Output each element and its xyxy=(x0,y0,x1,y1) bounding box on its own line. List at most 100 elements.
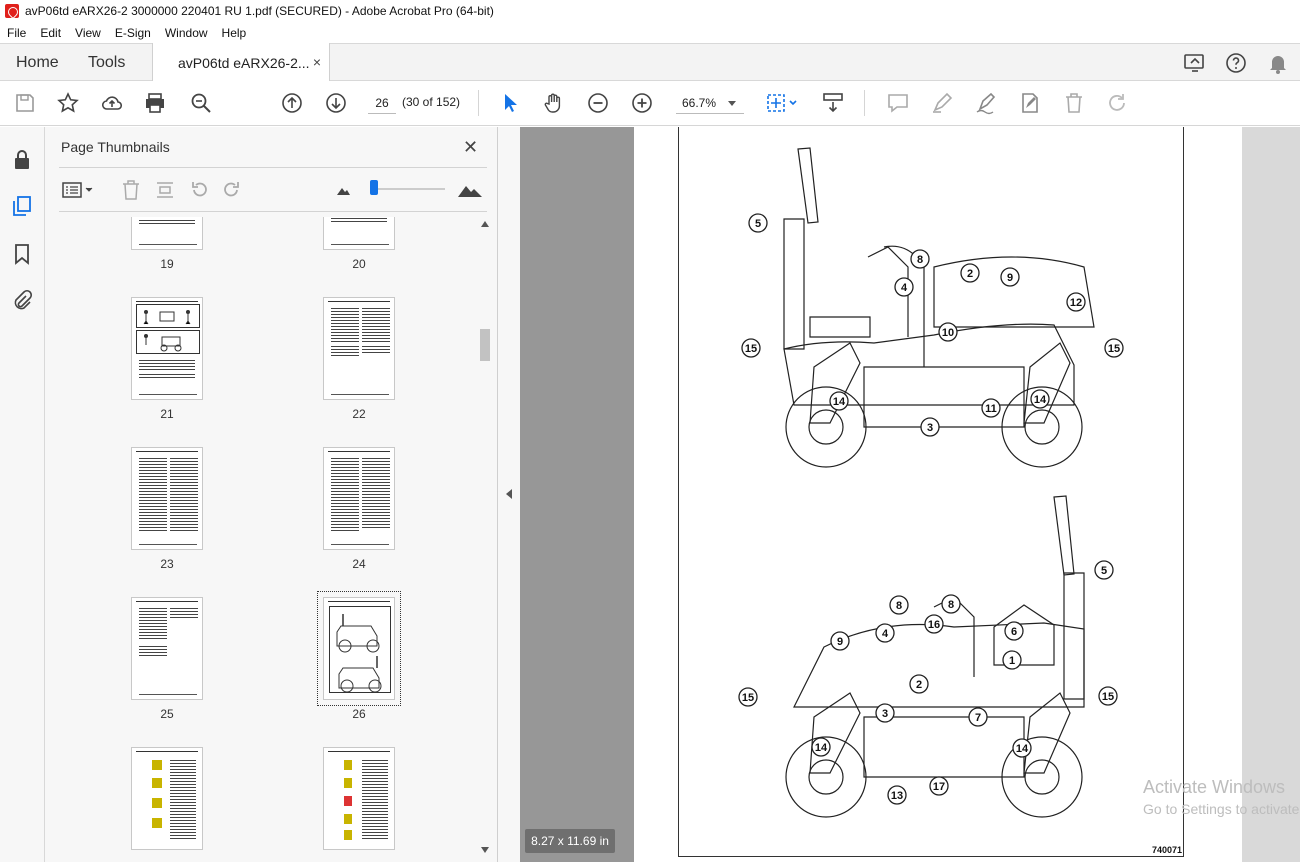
thumbnail-label: 23 xyxy=(160,557,174,571)
figure-code: 740071 xyxy=(1152,845,1183,855)
delete-pages-icon[interactable] xyxy=(120,179,142,201)
thumbnail-page-19[interactable] xyxy=(131,217,203,250)
redo-icon[interactable] xyxy=(1106,91,1130,115)
scrollbar-thumb[interactable] xyxy=(480,329,490,361)
thumb-text xyxy=(139,220,195,224)
help-icon[interactable] xyxy=(1224,51,1248,75)
tab-document[interactable]: avP06td eARX26-2... × xyxy=(152,43,330,82)
bottom-callout-label: 6 xyxy=(1011,626,1017,638)
star-icon[interactable] xyxy=(56,91,80,115)
bookmark-icon[interactable] xyxy=(11,243,33,265)
previous-page-icon[interactable] xyxy=(280,91,304,115)
rops-post-top xyxy=(783,218,805,350)
thumb-text xyxy=(362,346,390,354)
page-count: (30 of 152) xyxy=(402,95,461,109)
share-screen-icon[interactable] xyxy=(1183,51,1207,75)
front-arm-top xyxy=(809,342,861,424)
menu-esign[interactable]: E-Sign xyxy=(108,26,158,40)
rotate-right-icon[interactable] xyxy=(221,179,243,201)
rotate-left-icon[interactable] xyxy=(188,179,210,201)
thumb-sign xyxy=(344,778,352,788)
thumbnail-page-28[interactable] xyxy=(323,747,395,850)
page-thumbnails-icon[interactable] xyxy=(11,195,33,217)
menu-edit[interactable]: Edit xyxy=(33,26,68,40)
thumbnail-page-27[interactable] xyxy=(131,747,203,850)
thumbnail-label: 22 xyxy=(352,407,366,421)
close-panel-icon[interactable]: ✕ xyxy=(463,137,478,158)
thumb-header xyxy=(328,301,390,302)
thumbnail-small-icon[interactable] xyxy=(335,179,351,201)
slider-handle[interactable] xyxy=(370,180,378,195)
zoom-level-dropdown[interactable]: 66.7% xyxy=(676,92,744,114)
seat-top xyxy=(809,316,871,338)
scroll-mode-icon[interactable] xyxy=(821,91,845,115)
thumbnail-page-24[interactable] xyxy=(323,447,395,550)
hand-tool-icon[interactable] xyxy=(542,91,566,115)
select-cursor-icon[interactable] xyxy=(498,91,522,115)
scroll-up-arrow[interactable] xyxy=(481,221,489,227)
save-icon[interactable] xyxy=(13,91,37,115)
bottom-callout-label: 14 xyxy=(815,742,828,754)
thumbnail-page-20[interactable] xyxy=(323,217,395,250)
front-drum-top xyxy=(785,386,867,468)
main-toolbar: 26 (30 of 152) 66.7% xyxy=(0,81,1300,126)
collapse-panel-icon[interactable] xyxy=(506,489,512,499)
bell-icon[interactable] xyxy=(1266,51,1290,75)
extract-pages-icon[interactable] xyxy=(154,179,176,201)
comment-icon[interactable] xyxy=(886,91,910,115)
thumb-text xyxy=(139,458,167,532)
tab-home[interactable]: Home xyxy=(16,44,59,81)
thumbnail-page-23[interactable] xyxy=(131,447,203,550)
thumb-illustration xyxy=(136,304,200,354)
thumbnail-options-icon[interactable] xyxy=(61,179,97,201)
close-tab-icon[interactable]: × xyxy=(313,54,321,70)
fit-page-icon[interactable] xyxy=(764,91,800,115)
bottom-callout-label: 15 xyxy=(1102,691,1114,703)
page-number-input[interactable]: 26 xyxy=(368,92,396,114)
scroll-down-arrow[interactable] xyxy=(481,847,489,853)
top-callout-label: 4 xyxy=(901,282,908,294)
panel-collapse-strip[interactable] xyxy=(498,127,520,862)
delete-icon[interactable] xyxy=(1062,91,1086,115)
thumb-sign xyxy=(152,760,162,770)
thumbnail-size-slider[interactable] xyxy=(373,188,445,190)
sign-pen-icon[interactable] xyxy=(974,91,998,115)
thumb-text xyxy=(331,308,359,342)
zoom-in-icon[interactable] xyxy=(630,91,654,115)
top-callout-label: 8 xyxy=(917,254,923,266)
next-page-icon[interactable] xyxy=(324,91,348,115)
thumbnail-page-21[interactable] xyxy=(131,297,203,400)
print-icon[interactable] xyxy=(143,91,167,115)
tab-tools[interactable]: Tools xyxy=(88,44,125,81)
thumbnail-page-25[interactable] xyxy=(131,597,203,700)
menu-help[interactable]: Help xyxy=(215,26,254,40)
thumb-sign xyxy=(344,760,352,770)
thumb-text xyxy=(170,760,196,840)
lock-icon[interactable] xyxy=(11,149,33,171)
panel-divider xyxy=(59,167,487,168)
thumbnail-page-22[interactable] xyxy=(323,297,395,400)
rops-bar-top xyxy=(797,147,819,224)
zoom-search-icon[interactable] xyxy=(189,91,213,115)
thumb-footer xyxy=(139,694,197,695)
thumbnail-large-icon[interactable] xyxy=(457,179,483,201)
panel-divider xyxy=(59,211,487,212)
thumb-header xyxy=(136,301,198,302)
left-rail xyxy=(0,127,45,862)
thumbnail-scrollbar[interactable] xyxy=(478,217,492,859)
highlight-pen-icon[interactable] xyxy=(930,91,954,115)
thumb-text xyxy=(139,646,167,656)
attachment-icon[interactable] xyxy=(11,289,33,311)
edit-document-icon[interactable] xyxy=(1018,91,1042,115)
thumbnail-page-26[interactable] xyxy=(317,591,401,706)
menu-window[interactable]: Window xyxy=(158,26,215,40)
upload-cloud-icon[interactable] xyxy=(100,91,124,115)
thumb-text xyxy=(362,308,390,342)
menu-file[interactable]: File xyxy=(0,26,33,40)
document-area: 5 8 2 9 4 12 10 15 15 11 14 14 3 5 8 8 9 4 16 6 1 2 15 15 3 7 14 1… xyxy=(520,127,1300,862)
zoom-out-icon[interactable] xyxy=(586,91,610,115)
toolbar-divider xyxy=(864,90,865,116)
top-callout-label: 2 xyxy=(967,268,973,280)
menu-view[interactable]: View xyxy=(68,26,108,40)
thumb-footer xyxy=(139,394,197,395)
